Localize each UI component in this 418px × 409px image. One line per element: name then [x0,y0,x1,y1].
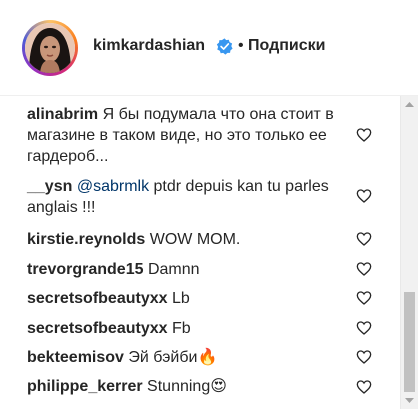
comment-item: trevorgrande15 Damnn [27,259,349,280]
comment-username[interactable]: kirstie.reynolds [27,231,145,248]
comment-username[interactable]: alinabrim [27,106,98,123]
heart-icon[interactable] [356,320,372,336]
comment-username[interactable]: philippe_kerrer [27,378,143,395]
comments-list: alinabrim Я бы подумала что она стоит в … [0,96,400,409]
heart-icon[interactable] [356,261,372,277]
comment-text: WOW MOM. [145,231,241,248]
comments-scrollbar[interactable] [400,96,418,409]
comment-item: kirstie.reynolds WOW MOM. [27,229,349,250]
heart-icon[interactable] [356,349,372,365]
verified-badge-icon [216,38,233,55]
scroll-down-arrow-icon[interactable] [401,392,418,409]
comment-username[interactable]: __ysn [27,178,72,195]
username-link[interactable]: kimkardashian [93,37,205,55]
comment-item: alinabrim Я бы подумала что она стоит в … [27,104,349,167]
scrollbar-thumb[interactable] [404,292,415,392]
comment-text: Damnn [143,261,200,278]
comment-item: philippe_kerrer Stunning😍 [27,376,349,397]
avatar[interactable] [22,20,78,76]
comment-username[interactable]: secretsofbeautyxx [27,290,168,307]
separator-dot: • [238,37,244,54]
comment-text: Stunning😍 [142,378,227,395]
scroll-up-arrow-icon[interactable] [401,96,418,113]
comment-text: Эй бэйби🔥 [123,349,218,366]
heart-icon[interactable] [356,188,372,204]
following-button[interactable]: Подписки [248,37,325,55]
profile-photo-icon [25,23,75,73]
comment-item: secretsofbeautyxx Lb [27,288,349,309]
post-header: kimkardashian • Подписки [0,0,418,96]
comment-username[interactable]: secretsofbeautyxx [27,320,168,337]
heart-icon[interactable] [356,231,372,247]
comment-text: Fb [167,320,191,337]
comment-text: ptdr depuis kan tu parles anglais !!! [27,178,329,216]
comment-mention[interactable]: @sabrmlk [77,178,149,195]
comment-username[interactable]: bekteemisov [27,349,124,366]
comment-item: secretsofbeautyxx Fb [27,318,349,339]
comment-username[interactable]: trevorgrande15 [27,261,144,278]
heart-icon[interactable] [356,290,372,306]
heart-icon[interactable] [356,127,372,143]
heart-icon[interactable] [356,379,372,395]
comment-item: __ysn @sabrmlk ptdr depuis kan tu parles… [27,176,349,218]
comment-text: Lb [167,290,190,307]
comment-item: bekteemisov Эй бэйби🔥 [27,347,349,368]
